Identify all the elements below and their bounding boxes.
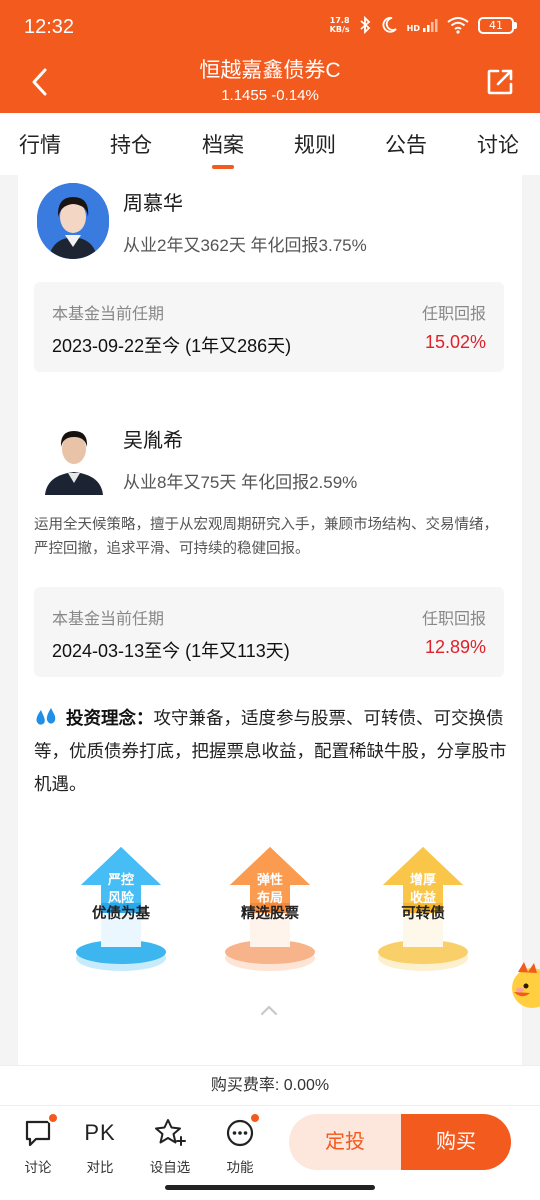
tenure-return-label: 任职回报 xyxy=(421,611,486,628)
header: 12:32 17.8 KB/s HD 41 恒越嘉鑫债券C 1.1455 -0.… xyxy=(0,0,540,113)
manager-name[interactable]: 吴胤希 xyxy=(123,424,183,453)
status-bar: 12:32 17.8 KB/s HD 41 xyxy=(0,0,540,48)
compare-button[interactable]: PK 对比 xyxy=(72,1116,128,1176)
tab-market[interactable]: 行情 xyxy=(0,129,80,159)
mascot-float-button[interactable] xyxy=(504,960,540,1010)
wifi-icon xyxy=(447,17,469,34)
tab-holdings[interactable]: 持仓 xyxy=(91,129,171,159)
discuss-button[interactable]: 讨论 xyxy=(10,1112,66,1176)
moon-icon xyxy=(382,16,397,33)
compare-label: 对比 xyxy=(86,1160,114,1175)
nav-change: 1.1455 -0.14% xyxy=(221,87,319,104)
add-watchlist-button[interactable]: 设自选 xyxy=(142,1116,198,1176)
collapse-button[interactable] xyxy=(259,1002,279,1018)
manager-photo xyxy=(37,183,109,259)
droplets-icon xyxy=(36,708,56,725)
manager-avatar[interactable] xyxy=(41,419,107,495)
speed-value: 17.8 xyxy=(329,16,350,25)
speed-unit: KB/s xyxy=(329,25,350,34)
manager-meta: 从业2年又362天 年化回报3.75% xyxy=(123,236,367,255)
bb-icon-wrap xyxy=(153,1116,187,1150)
network-speed: 17.8 KB/s xyxy=(330,16,350,34)
active-tab-indicator xyxy=(212,165,234,169)
battery-indicator: 41 xyxy=(478,16,517,34)
pillar-label: 优债为基 xyxy=(92,906,150,922)
function-label: 功能 xyxy=(226,1160,254,1175)
tenure-return: 12.89% xyxy=(424,637,486,657)
tenure-box: 本基金当前任期 任职回报 2023-09-22至今 (1年又286天) 15.0… xyxy=(34,282,504,372)
discuss-label: 讨论 xyxy=(24,1160,52,1175)
tenure-box: 本基金当前任期 任职回报 2024-03-13至今 (1年又113天) 12.8… xyxy=(34,587,504,677)
share-button[interactable] xyxy=(482,64,518,100)
manager-card: 周慕华 从业2年又362天 年化回报3.75% 本基金当前任期 任职回报 202… xyxy=(18,175,522,1065)
bluetooth-icon xyxy=(360,16,370,34)
buy-button[interactable]: 购买 xyxy=(401,1114,511,1170)
star-plus-icon xyxy=(155,1119,186,1146)
bb-icon-wrap xyxy=(223,1112,261,1150)
tab-announcements[interactable]: 公告 xyxy=(366,129,446,159)
pillar-line1: 严控 xyxy=(107,872,134,887)
manager-description: 运用全天候策略，擅于从宏观周期研究入手，兼顾市场结构、交易情绪，严控回撤，追求平… xyxy=(34,517,498,557)
page-title: 恒越嘉鑫债券C xyxy=(199,59,341,82)
tenure-period: 2023-09-22至今 (1年又286天) xyxy=(52,336,292,356)
status-time: 12:32 xyxy=(24,16,75,38)
function-button[interactable]: 功能 xyxy=(212,1112,268,1176)
manager-avatar[interactable] xyxy=(37,183,109,259)
home-indicator[interactable] xyxy=(165,1185,375,1190)
tenure-period: 2024-03-13至今 (1年又113天) xyxy=(52,641,290,661)
manager-meta: 从业8年又75天 年化回报2.59% xyxy=(123,473,358,492)
network-type: HD xyxy=(406,24,420,33)
bb-icon-wrap xyxy=(21,1112,59,1150)
share-icon xyxy=(487,69,513,95)
mascot-icon xyxy=(512,962,540,1008)
pillar-label: 精选股票 xyxy=(241,906,299,922)
investment-philosophy: 投资理念：攻守兼备，适度参与股票、可转债、可交换债等，优质债券打底，把握票息收益… xyxy=(34,702,510,801)
chevron-up-icon xyxy=(260,1005,278,1016)
tenure-return-label: 任职回报 xyxy=(421,306,486,323)
auto-invest-button[interactable]: 定投 xyxy=(289,1114,401,1170)
manager-name[interactable]: 周慕华 xyxy=(123,187,183,216)
tenure-label: 本基金当前任期 xyxy=(52,611,165,628)
manager-photo xyxy=(41,419,107,495)
pillar-line1: 弹性 xyxy=(256,872,283,887)
watch-label: 设自选 xyxy=(149,1160,191,1175)
notification-dot xyxy=(249,1112,261,1124)
bb-icon-wrap: PK xyxy=(83,1116,117,1150)
notification-dot xyxy=(47,1112,59,1124)
tenure-label: 本基金当前任期 xyxy=(52,306,165,323)
tab-rules[interactable]: 规则 xyxy=(275,129,355,159)
tab-profile[interactable]: 档案 xyxy=(183,129,263,159)
tenure-return: 15.02% xyxy=(424,332,486,352)
tab-bar: 行情 持仓 档案 规则 公告 讨论 xyxy=(0,113,540,175)
status-icons: 17.8 KB/s HD 41 xyxy=(330,14,517,36)
tab-discussion[interactable]: 讨论 xyxy=(458,129,538,159)
philosophy-label: 投资理念： xyxy=(66,708,154,728)
signal-icon: HD xyxy=(407,17,438,33)
purchase-fee-bar: 购买费率: 0.00% xyxy=(0,1065,540,1105)
pk-icon: PK xyxy=(84,1120,116,1145)
pillar-line1: 增厚 xyxy=(409,872,436,887)
pillar-label: 可转债 xyxy=(401,906,445,922)
